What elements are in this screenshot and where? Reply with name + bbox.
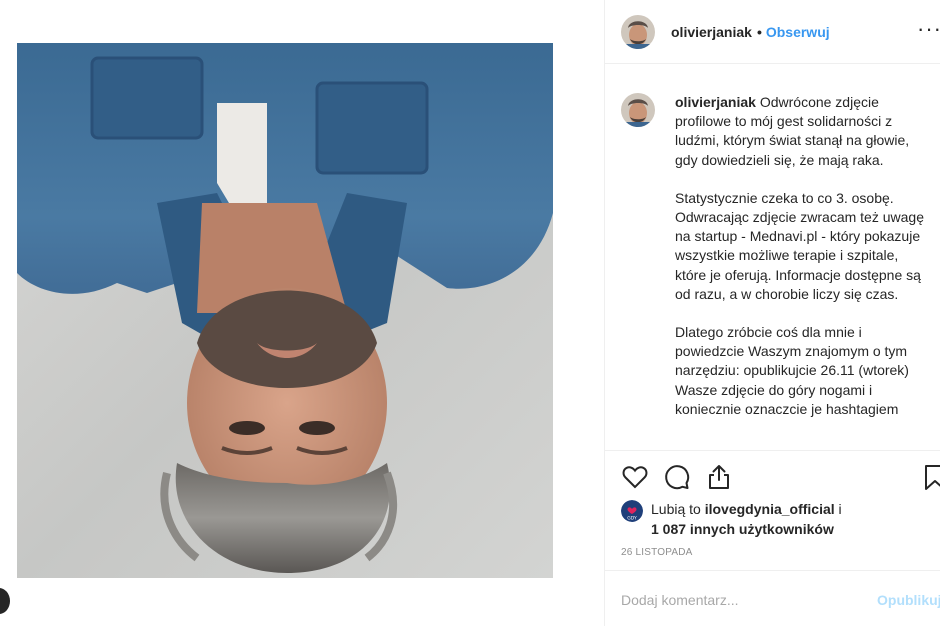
- upside-down-portrait-image: [17, 43, 553, 578]
- caption-text: olivierjaniak Odwrócone zdjęcie profilow…: [675, 93, 931, 450]
- separator-dot: •: [756, 23, 762, 40]
- liker-avatar-logo: GDY: [621, 500, 643, 522]
- post-timestamp[interactable]: 26 LISTOPADA: [621, 547, 693, 558]
- caption-paragraph-1: olivierjaniak Odwrócone zdjęcie profilow…: [675, 93, 931, 170]
- caption-paragraph-3: Dlatego zróbcie coś dla mnie i powiedzci…: [675, 324, 909, 417]
- heart-icon[interactable]: [621, 463, 649, 491]
- post-actions-section: GDY Lubią to ilovegdynia_official i 1 08…: [605, 450, 940, 570]
- more-options-icon[interactable]: ···: [917, 18, 940, 40]
- media-area: [0, 0, 604, 626]
- bookmark-icon[interactable]: [921, 463, 940, 491]
- liker-avatar[interactable]: GDY: [621, 500, 643, 522]
- caption-paragraph-2: Statystycznie czeka to co 3. osobę. Odwr…: [675, 189, 924, 302]
- comment-icon[interactable]: [663, 463, 691, 491]
- caption-username-link[interactable]: olivierjaniak: [675, 94, 756, 110]
- caption-area: olivierjaniak Odwrócone zdjęcie profilow…: [605, 64, 940, 450]
- likes-summary: GDY Lubią to ilovegdynia_official i 1 08…: [621, 500, 842, 539]
- likes-count-link[interactable]: 1 087 innych użytkowników: [651, 521, 834, 537]
- action-bar: [621, 463, 733, 491]
- author-avatar-image: [621, 14, 655, 49]
- author-username-link[interactable]: olivierjaniak: [671, 24, 752, 40]
- likes-connector: i: [834, 501, 842, 517]
- caption-avatar-image: [621, 93, 655, 127]
- comment-input[interactable]: Dodaj komentarz...: [621, 592, 739, 608]
- publish-comment-button[interactable]: Opublikuj: [877, 592, 940, 608]
- liker-username-link[interactable]: ilovegdynia_official: [705, 501, 835, 517]
- caption-author-avatar[interactable]: [621, 93, 655, 127]
- scroll-indicator-dot: [0, 588, 10, 614]
- comment-bar: Dodaj komentarz... Opublikuj: [605, 570, 940, 626]
- share-icon[interactable]: [705, 463, 733, 491]
- follow-button[interactable]: Obserwuj: [766, 24, 830, 40]
- likes-prefix: Lubią to: [651, 501, 705, 517]
- post-header: olivierjaniak • Obserwuj ···: [605, 0, 940, 64]
- likes-text: Lubią to ilovegdynia_official i 1 087 in…: [651, 500, 842, 539]
- liker-avatar-label: GDY: [627, 516, 637, 522]
- post-photo[interactable]: [17, 43, 553, 578]
- post-side-panel: olivierjaniak • Obserwuj ··· olivierjani…: [604, 0, 940, 626]
- author-avatar[interactable]: [621, 14, 655, 49]
